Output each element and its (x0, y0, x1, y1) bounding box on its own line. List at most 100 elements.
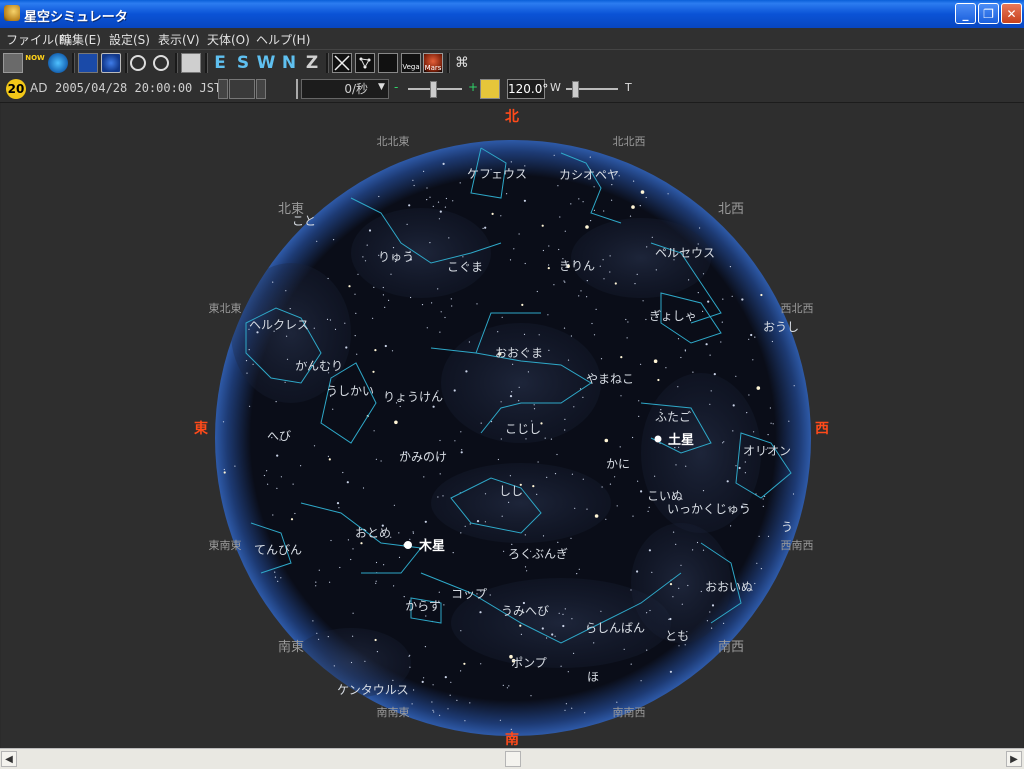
orion-label[interactable]: オリオン (743, 444, 791, 458)
chevron-down-icon[interactable]: ▼ (378, 82, 385, 92)
serpens-label[interactable]: へび (267, 429, 291, 443)
puppis-label[interactable]: とも (665, 629, 689, 643)
menu-view[interactable]: 表示(V) (158, 31, 200, 48)
zoom-out-icon[interactable] (153, 55, 169, 71)
step-forward-button[interactable] (256, 79, 266, 99)
corvus-label[interactable]: からす (405, 599, 441, 613)
taurus-partial-label[interactable]: う (781, 520, 793, 534)
saturn-label[interactable]: 土星 (668, 432, 694, 448)
libra-label[interactable]: てんびん (254, 543, 302, 557)
menu-object[interactable]: 天体(O) (207, 31, 250, 48)
star (559, 216, 561, 218)
constellation-lines-icon[interactable] (332, 53, 352, 73)
face-north-button[interactable]: N (279, 53, 299, 73)
constellation-art-icon[interactable] (378, 53, 398, 73)
taurus-label[interactable]: おうし (763, 320, 799, 334)
close-button[interactable]: ✕ (1001, 3, 1022, 24)
canes-label[interactable]: りょうけん (383, 390, 443, 404)
zenith-button[interactable]: Z (302, 53, 322, 73)
menu-help[interactable]: ヘルプ(H) (256, 31, 310, 48)
canis-major-label[interactable]: おおいぬ (705, 580, 753, 594)
antlia-label[interactable]: ポンプ (511, 656, 547, 670)
time-spinner[interactable] (229, 79, 255, 99)
menu-edit[interactable]: 編集(E) (60, 31, 101, 48)
lynx-label[interactable]: やまねこ (586, 372, 634, 386)
face-east-button[interactable]: E (210, 53, 230, 73)
scroll-left-button[interactable]: ◀ (1, 751, 17, 767)
calendar-icon[interactable] (3, 53, 23, 73)
ursa-minor-label[interactable]: こぐま (447, 260, 483, 274)
coma-label[interactable]: かみのけ (399, 450, 447, 464)
minimize-button[interactable]: _ (955, 3, 976, 24)
jupiter-marker[interactable] (404, 541, 412, 549)
canis-minor-label[interactable]: こいぬ (647, 489, 683, 503)
star (564, 608, 566, 610)
vela-label[interactable]: ほ (587, 670, 599, 684)
corona-label[interactable]: かんむり (295, 359, 343, 373)
star (536, 493, 538, 495)
star (452, 200, 454, 202)
cassiopeia-label[interactable]: カシオペヤ (559, 168, 619, 182)
star (532, 485, 535, 488)
camelopardalis-label[interactable]: きりん (559, 259, 595, 273)
saturn-marker[interactable] (654, 435, 662, 443)
cancer-label[interactable]: かに (606, 457, 630, 471)
star (464, 525, 466, 527)
vega-button[interactable]: Vega (401, 53, 421, 73)
star (491, 212, 494, 215)
lyra-partial-label[interactable]: こと (292, 214, 316, 228)
star (423, 476, 425, 478)
datetime-display[interactable]: 2005/04/28 20:00:00 JST (55, 81, 221, 95)
star (720, 341, 722, 343)
century-badge[interactable]: 20 (6, 79, 26, 99)
cepheus-label[interactable]: ケフェウス (467, 167, 527, 181)
face-south-button[interactable]: S (233, 53, 253, 73)
sextans-label[interactable]: ろくぶんぎ (508, 547, 568, 561)
jupiter-label[interactable]: 木星 (418, 538, 445, 554)
bootes-label[interactable]: うしかい (326, 384, 374, 398)
fov-display[interactable]: 120.0° (507, 79, 548, 99)
star (327, 455, 329, 457)
star (426, 199, 428, 201)
monoceros-label[interactable]: いっかくじゅう (667, 502, 751, 516)
binoculars-icon[interactable]: ⌘ (452, 53, 472, 73)
leo-minor-label[interactable]: こじし (505, 422, 541, 436)
scroll-thumb[interactable] (505, 751, 521, 767)
speed-slider-thumb[interactable] (430, 81, 437, 98)
speed-select[interactable]: 0/秒 (301, 79, 389, 99)
auriga-label[interactable]: ぎょしゃ (649, 309, 696, 323)
step-back-button[interactable] (218, 79, 228, 99)
horizontal-scrollbar[interactable]: ◀ ▶ (0, 748, 1024, 769)
pyxis-label[interactable]: らしんばん (585, 621, 645, 635)
maximize-button[interactable]: ❐ (978, 3, 999, 24)
earth-view-icon[interactable] (78, 53, 98, 73)
zoom-slider-thumb[interactable] (572, 81, 579, 98)
star-names-icon[interactable] (355, 53, 375, 73)
mars-button[interactable]: Mars (423, 53, 443, 73)
hydra-label[interactable]: うみへび (501, 604, 549, 618)
centaurus-label[interactable]: ケンタウルス (337, 683, 409, 697)
leo-label[interactable]: しし (499, 484, 523, 498)
sky-view[interactable]: 北 南 東 西 北北東 北北西 北東 北西 東北東 西北西 東南東 西南西 南東… (1, 103, 1023, 748)
star (627, 321, 629, 323)
star (412, 179, 414, 181)
gemini-label[interactable]: ふたご (655, 409, 691, 424)
draco-label[interactable]: りゅう (378, 250, 414, 264)
ursa-major-label[interactable]: おおぐま (495, 346, 543, 360)
menu-settings[interactable]: 設定(S) (109, 31, 150, 48)
face-west-button[interactable]: W (256, 53, 276, 73)
sphere-view-icon[interactable] (101, 53, 121, 73)
now-button[interactable]: NOW (25, 53, 45, 73)
memo-icon[interactable] (480, 79, 500, 99)
star (462, 256, 464, 258)
zoom-in-icon[interactable] (130, 55, 146, 71)
scroll-right-button[interactable]: ▶ (1006, 751, 1022, 767)
blank-frame-icon[interactable] (181, 53, 201, 73)
hercules-label[interactable]: ヘルクレス (249, 318, 309, 332)
star (600, 358, 603, 360)
globe-icon[interactable] (48, 53, 68, 73)
crater-label[interactable]: コップ (451, 587, 487, 601)
virgo-label[interactable]: おとめ (355, 526, 391, 540)
star-dome[interactable]: 北 南 東 西 北北東 北北西 北東 北西 東北東 西北西 東南東 西南西 南東… (1, 103, 1023, 748)
perseus-label[interactable]: ペルセウス (655, 246, 715, 260)
